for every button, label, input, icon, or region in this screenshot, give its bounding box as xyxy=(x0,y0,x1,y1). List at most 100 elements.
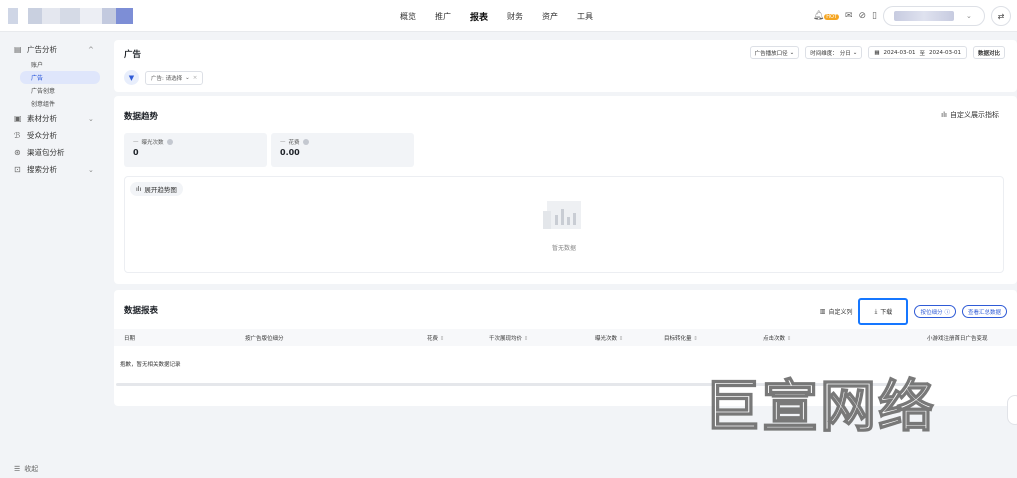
column-header-clicks[interactable]: 点击次数 ⇕ xyxy=(763,334,791,342)
column-header-cost[interactable]: 花费 ⇕ xyxy=(427,334,444,342)
download-button[interactable]: ⤓ 下载 xyxy=(858,298,909,325)
compare-button[interactable]: 数据对比 xyxy=(972,46,1005,59)
slot-breakdown-button[interactable]: 按位细分 ⓘ xyxy=(914,305,956,318)
custom-columns-label: 自定义列 xyxy=(828,309,853,316)
empty-table-message: 抱歉，暂无相关数据记录 xyxy=(120,362,181,368)
time-dimension-select[interactable]: 时间维度： 分日 ⌄ xyxy=(805,46,863,59)
logo[interactable] xyxy=(8,8,133,24)
column-header-cpm[interactable]: 千次展现均价 ⇕ xyxy=(489,334,528,342)
sidebar-group-label: 渠道包分析 xyxy=(27,148,65,157)
series-dash: — xyxy=(280,139,286,145)
sidebar-item-account[interactable]: 账户 xyxy=(0,58,100,71)
swap-icon[interactable]: ⇄ xyxy=(991,6,1011,26)
bar-chart-icon: ılı xyxy=(136,185,142,193)
side-floating-tab[interactable] xyxy=(1007,395,1017,425)
chevron-down-icon: ⌄ xyxy=(88,114,94,123)
ad-select-label: 广告: 请选择 xyxy=(151,75,183,82)
account-switcher[interactable]: ⌄ xyxy=(883,6,985,26)
metric-card-impressions[interactable]: — 曝光次数 0 xyxy=(124,133,267,167)
close-icon[interactable]: × xyxy=(193,75,198,81)
filter-icon[interactable]: ▼ xyxy=(124,70,139,85)
collapse-icon: ☰ xyxy=(14,465,21,473)
phone-icon[interactable]: ▯ xyxy=(872,11,877,21)
image-icon: ▣ xyxy=(14,114,22,123)
sidebar-group-search[interactable]: ⊡ 搜索分析 ⌄ xyxy=(0,161,110,178)
chart-icon: ▤ xyxy=(14,45,22,54)
ad-select-chip[interactable]: 广告: 请选择 ⌄ × xyxy=(145,70,204,85)
page-title: 广告 xyxy=(124,50,142,60)
column-header-label: 千次展现均价 xyxy=(489,336,523,342)
help-icon[interactable] xyxy=(302,139,309,145)
sidebar-group-label: 广告分析 xyxy=(27,45,57,54)
expand-trend-button[interactable]: ılı 展开趋势图 xyxy=(130,182,183,196)
sort-icon: ⇕ xyxy=(439,336,445,342)
calendar-icon: ▦ xyxy=(874,49,880,56)
report-title: 数据报表 xyxy=(124,306,159,316)
sidebar-group-label: 素材分析 xyxy=(27,114,57,123)
chevron-down-icon: ⌄ xyxy=(966,12,972,20)
nav-finance[interactable]: 财务 xyxy=(507,11,523,22)
download-label: 下载 xyxy=(880,309,893,316)
sidebar-group-channel[interactable]: ⊛ 渠道包分析 xyxy=(0,144,110,161)
sidebar-group-label: 搜索分析 xyxy=(27,165,57,174)
metric-label: 曝光次数 xyxy=(141,140,164,146)
account-name xyxy=(894,11,954,21)
message-icon[interactable]: ✉︎ xyxy=(845,11,853,21)
column-header-conversions[interactable]: 目标转化量 ⇕ xyxy=(664,334,698,342)
hot-badge: HOT xyxy=(824,14,839,20)
filter-controls: 广告播放口径 ⌄ 时间维度： 分日 ⌄ ▦ 2024-03-01 至 2024-… xyxy=(749,46,1005,59)
nav-promotion[interactable]: 推广 xyxy=(435,11,451,22)
column-header-game-revenue[interactable]: 小游戏注册首日广告变现 xyxy=(927,334,988,342)
help-icon[interactable] xyxy=(166,139,173,145)
metric-card-cost[interactable]: — 花费 0.00 xyxy=(271,133,414,167)
sort-icon: ⇕ xyxy=(693,336,698,342)
sidebar-group-material[interactable]: ▣ 素材分析 ⌄ xyxy=(0,110,110,127)
trend-chart-area: ılı 展开趋势图 暂无数据 xyxy=(124,176,1004,273)
collapse-label: 收起 xyxy=(24,465,39,473)
column-header-label: 曝光次数 xyxy=(595,336,618,342)
columns-icon: ▥ xyxy=(819,308,826,315)
sidebar-item-creative-component[interactable]: 创意组件 xyxy=(0,97,100,110)
watermark: 巨宣网络 xyxy=(703,374,936,441)
date-range-picker[interactable]: ▦ 2024-03-01 至 2024-03-01 xyxy=(868,46,967,59)
help-icon[interactable]: ⊘ xyxy=(859,11,867,21)
sort-icon: ⇕ xyxy=(786,336,792,342)
column-header-label: 花费 xyxy=(427,336,439,342)
column-header-label: 目标转化量 xyxy=(664,336,692,342)
download-icon: ⤓ xyxy=(874,307,878,315)
trend-panel: 数据趋势 ılı 自定义展示指标 — 曝光次数 0 — 花费 0.00 ılı 展开… xyxy=(114,96,1017,284)
metric-value: 0 xyxy=(133,148,139,157)
filter-row: ▼ 广告: 请选择 ⌄ × xyxy=(124,70,204,85)
column-header-placement[interactable]: 按广告版位细分 xyxy=(245,334,284,342)
custom-metric-label: 自定义展示指标 xyxy=(950,111,999,119)
custom-metric-button[interactable]: ılı 自定义展示指标 xyxy=(941,110,999,120)
view-summary-button[interactable]: 查看汇总数据 xyxy=(961,305,1007,318)
notification-icon[interactable]: 🔔︎ HOT xyxy=(813,11,839,21)
sort-icon: ⇕ xyxy=(618,336,624,342)
sidebar-group-label: 受众分析 xyxy=(27,131,57,140)
sidebar-item-ad[interactable]: 广告 xyxy=(20,71,100,84)
chevron-down-icon: ⌄ xyxy=(185,74,190,81)
column-header-date[interactable]: 日期 xyxy=(124,334,135,342)
empty-data-icon xyxy=(543,201,581,229)
custom-columns-button[interactable]: ▥ 自定义列 xyxy=(820,307,853,316)
nav-overview[interactable]: 概览 xyxy=(400,11,416,22)
column-header-impressions[interactable]: 曝光次数 ⇕ xyxy=(595,334,623,342)
nav-tools[interactable]: 工具 xyxy=(577,11,593,22)
nav-assets[interactable]: 资产 xyxy=(542,11,558,22)
report-tools: ▥ 自定义列 ⤓ 下载 按位细分 ⓘ 查看汇总数据 xyxy=(820,298,1007,325)
chevron-down-icon: ⌄ xyxy=(852,49,858,56)
sort-icon: ⇕ xyxy=(523,336,529,342)
chevron-up-icon: ^ xyxy=(88,45,94,54)
table-header: 日期 按广告版位细分 花费 ⇕ 千次展现均价 ⇕ 曝光次数 ⇕ 目标转化量 ⇕ … xyxy=(114,329,1017,346)
main-nav: 概览 推广 报表 财务 资产 工具 xyxy=(400,0,593,32)
sidebar-item-creative[interactable]: 广告创意 xyxy=(0,84,100,97)
chevron-down-icon: ⌄ xyxy=(789,49,795,56)
placement-select[interactable]: 广告播放口径 ⌄ xyxy=(749,46,800,59)
sidebar-group-audience[interactable]: ℬ 受众分析 xyxy=(0,127,110,144)
nav-reports[interactable]: 报表 xyxy=(470,10,488,23)
sidebar-group-ad-analysis[interactable]: ▤ 广告分析 ^ xyxy=(0,41,110,58)
search-icon: ⊡ xyxy=(14,165,21,174)
collapse-button[interactable]: ☰ 收起 xyxy=(14,464,38,474)
empty-data-text: 暂无数据 xyxy=(551,245,576,252)
